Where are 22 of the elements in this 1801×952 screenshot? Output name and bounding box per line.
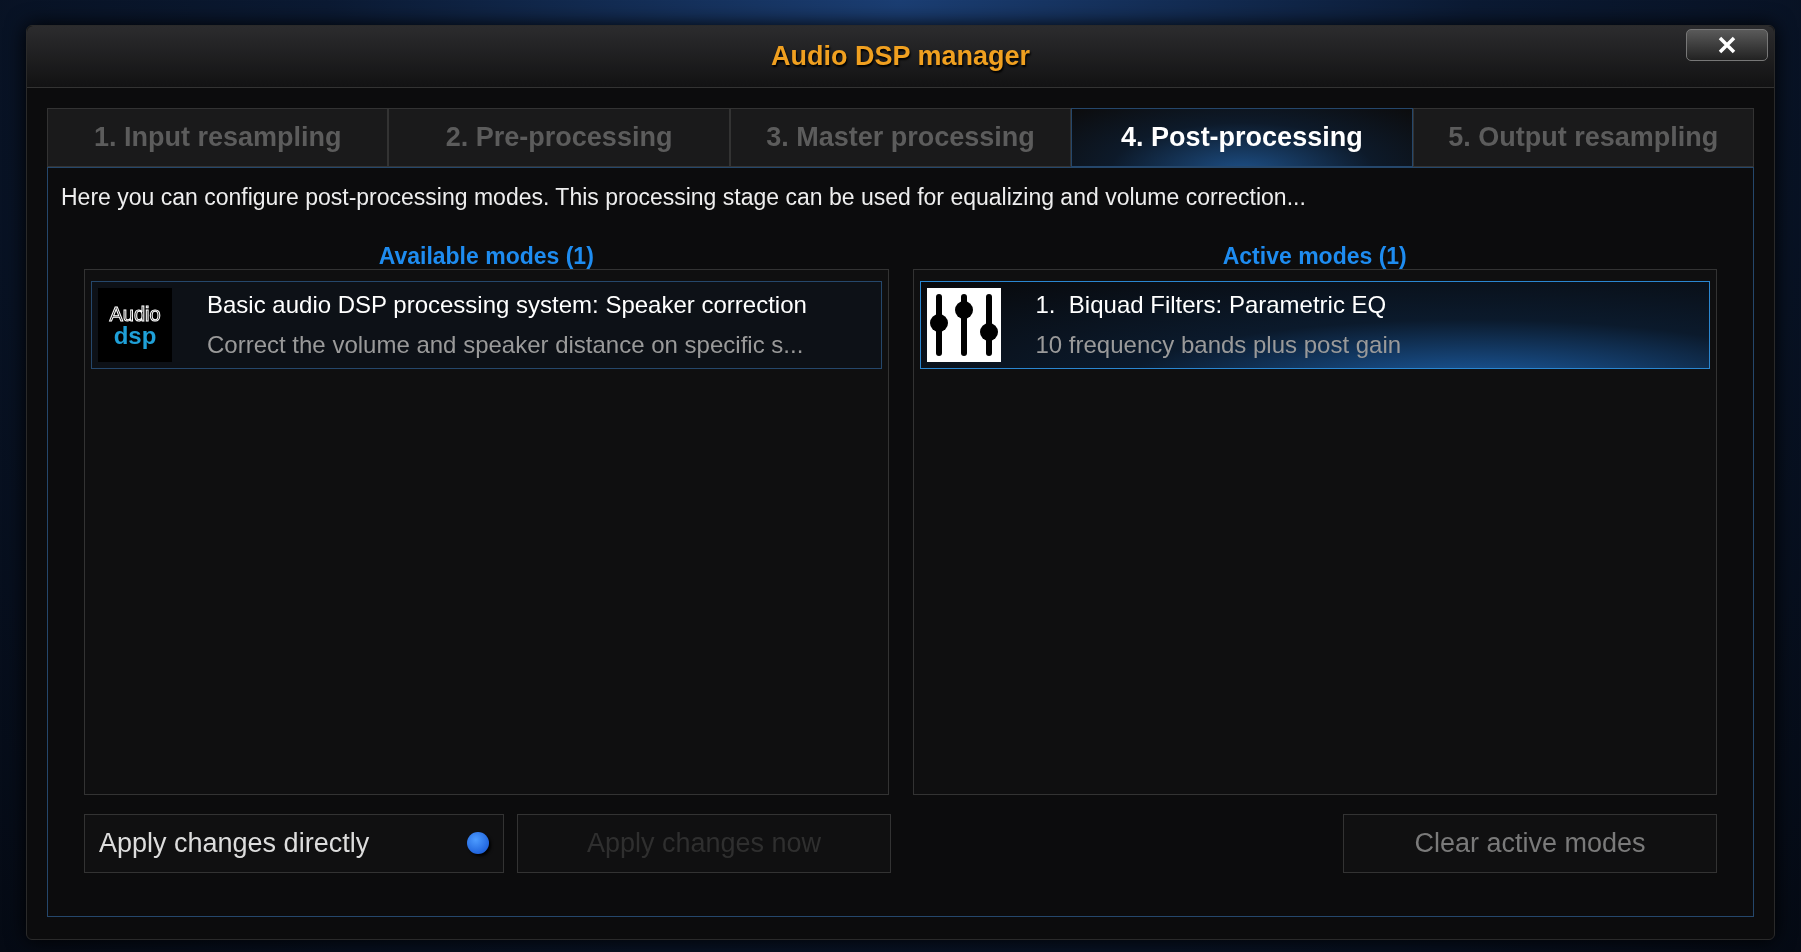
list-item[interactable]: Audio dsp Basic audio DSP processing system: Speaker correction Correct the volume and speaker distance on specific s...	[91, 280, 882, 369]
toggle-button[interactable]: Apply changes directly	[84, 813, 504, 873]
equalizer-icon	[926, 287, 1001, 362]
toggle-label: Apply changes directly	[99, 826, 370, 860]
description-text: Here you can configure post-processing modes. This processing stage can be used for equalizing and volume correction...	[61, 183, 1307, 212]
item-subtitle: Correct the volume and speaker distance on specific s...	[207, 329, 805, 360]
panel-heading: Available modes (1)	[377, 241, 595, 269]
tab[interactable]: 3. Master processing	[729, 108, 1072, 167]
item-subtitle: 10 frequency bands plus post gain	[1035, 329, 1402, 360]
panel-heading: Active modes (1)	[1221, 241, 1408, 269]
action-button[interactable]: Clear active modes	[1343, 813, 1717, 873]
item-title: Basic audio DSP processing system: Speaker correction	[207, 289, 807, 320]
tab[interactable]: 4. Post-processing	[1071, 108, 1413, 167]
tab[interactable]: 1. Input resampling	[47, 108, 389, 167]
close-button[interactable]	[1686, 29, 1768, 61]
close-icon	[1718, 36, 1736, 54]
tab[interactable]: 2. Pre-processing	[388, 108, 730, 167]
item-title: 1. Biquad Filters: Parametric EQ	[1035, 289, 1388, 320]
audio-dsp-logo: Audio dsp	[98, 287, 172, 362]
list-item[interactable]: 1. Biquad Filters: Parametric EQ 10 frequency bands plus post gain	[919, 280, 1710, 369]
dialog-title: Audio DSP manager	[770, 40, 1031, 74]
tab[interactable]: 5. Output resampling	[1412, 108, 1754, 167]
